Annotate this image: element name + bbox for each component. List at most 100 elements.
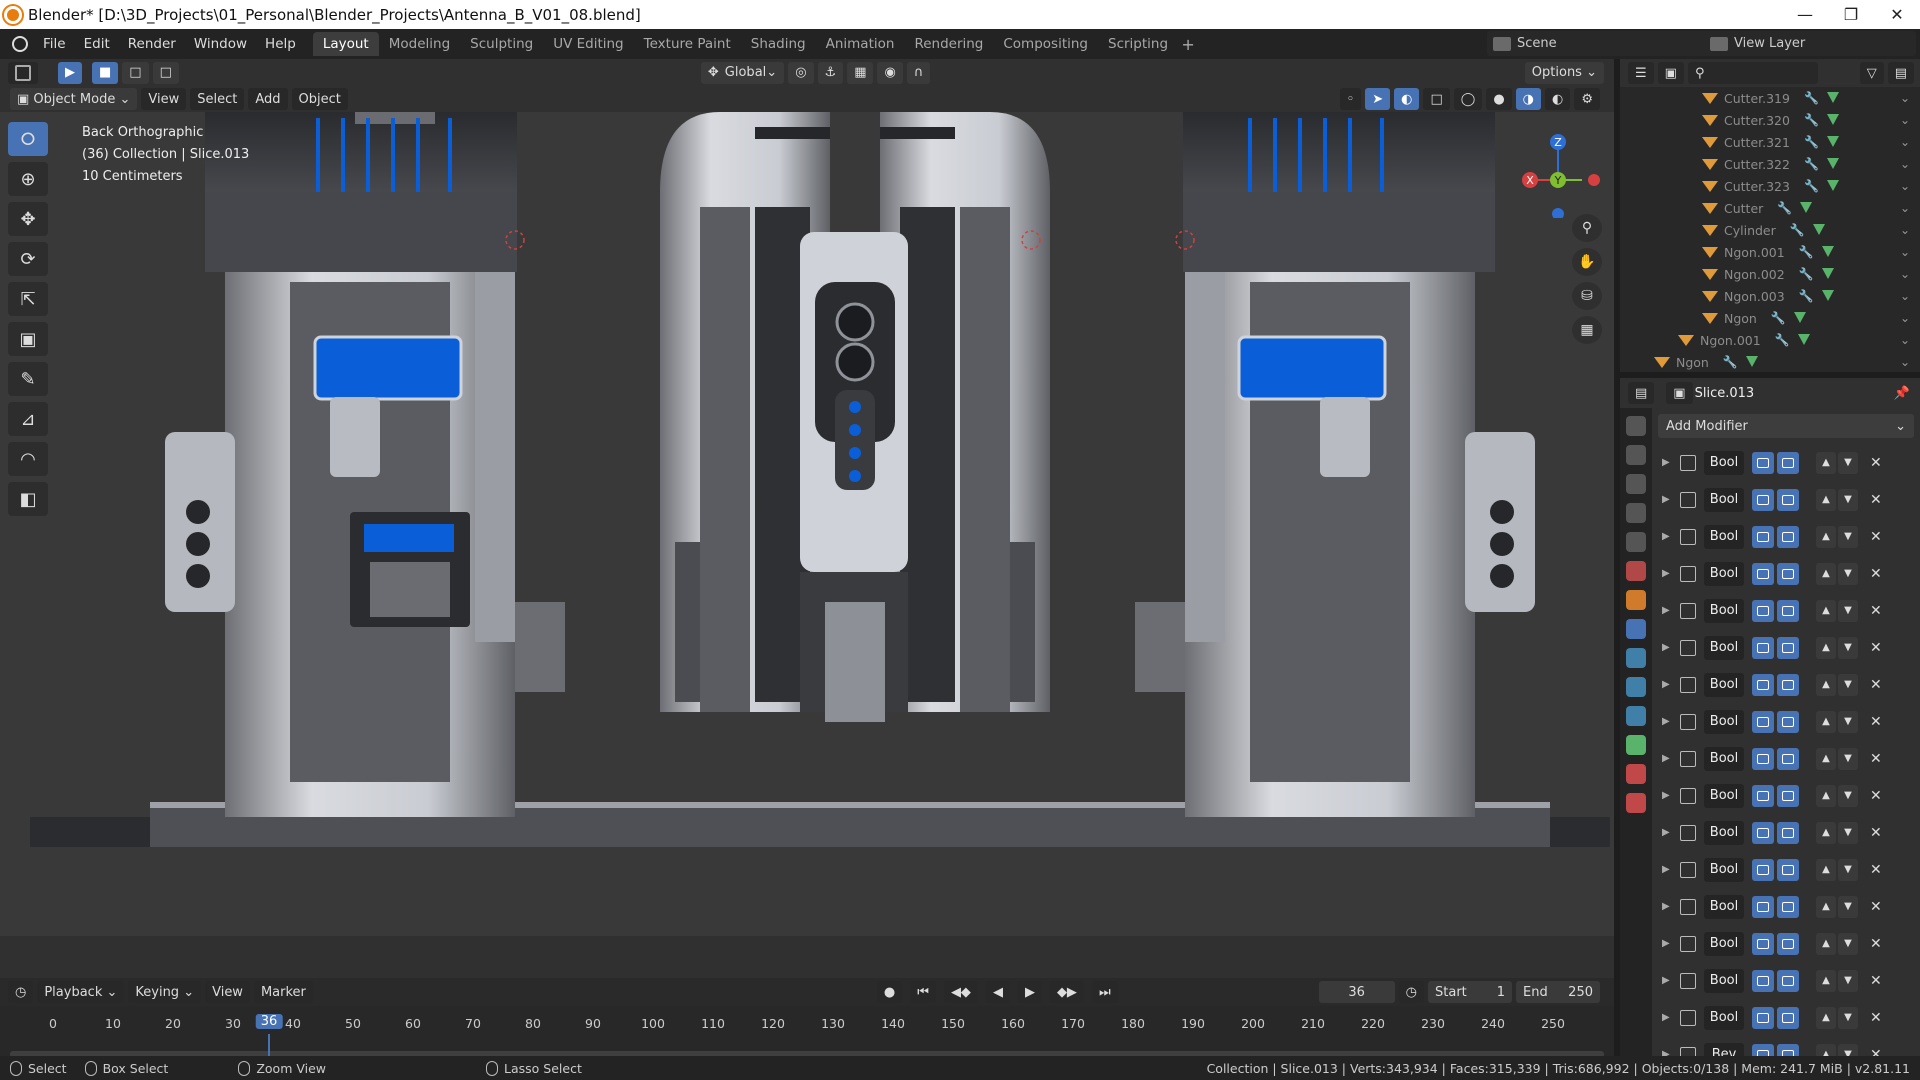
rendered-shading-icon[interactable]: ◐: [1545, 88, 1571, 110]
outliner-editor-icon[interactable]: ☰: [1628, 62, 1654, 84]
modifier-name-field[interactable]: Bool: [1704, 894, 1744, 919]
visibility-icon[interactable]: ◦: [1339, 88, 1362, 110]
modifier-row[interactable]: ▶ Bool ▲ ▼ ✕: [1652, 962, 1920, 999]
render-toggle-icon[interactable]: [1752, 673, 1774, 696]
move-up-icon[interactable]: ▲: [1816, 747, 1836, 770]
minimize-icon[interactable]: —: [1782, 0, 1828, 29]
move-down-icon[interactable]: ▼: [1838, 451, 1858, 474]
visibility-chevron-icon[interactable]: ⌄: [1900, 245, 1910, 259]
modifier-name-field[interactable]: Bool: [1704, 820, 1744, 845]
snap-target-button[interactable]: ▦: [847, 61, 874, 84]
move-up-icon[interactable]: ▲: [1816, 451, 1836, 474]
display-mode-icon[interactable]: ▣: [1657, 62, 1684, 84]
remove-modifier-icon[interactable]: ✕: [1870, 455, 1882, 471]
expand-arrow-icon[interactable]: ▶: [1662, 790, 1680, 801]
wireframe-shading-icon[interactable]: ◯: [1453, 88, 1483, 110]
menu-select[interactable]: Select: [190, 88, 245, 110]
move-down-icon[interactable]: ▼: [1838, 710, 1858, 733]
tab-scripting[interactable]: Scripting: [1098, 32, 1178, 56]
render-toggle-icon[interactable]: [1752, 636, 1774, 659]
visibility-chevron-icon[interactable]: ⌄: [1900, 333, 1910, 347]
tab-uv-editing[interactable]: UV Editing: [543, 32, 633, 56]
render-tab-icon[interactable]: [1626, 445, 1646, 465]
current-frame-field[interactable]: 36: [1318, 981, 1395, 1003]
modifier-name-field[interactable]: Bool: [1704, 857, 1744, 882]
particles-tab-icon[interactable]: [1626, 648, 1646, 668]
render-toggle-icon[interactable]: [1752, 821, 1774, 844]
modifier-row[interactable]: ▶ Bool ▲ ▼ ✕: [1652, 777, 1920, 814]
scene-tab-icon[interactable]: [1626, 532, 1646, 552]
remove-modifier-icon[interactable]: ✕: [1870, 936, 1882, 952]
move-down-icon[interactable]: ▼: [1838, 525, 1858, 548]
scale-tool-icon[interactable]: ⇱: [8, 282, 48, 316]
move-down-icon[interactable]: ▼: [1838, 636, 1858, 659]
outliner-row[interactable]: Cutter.322 🔧 ⌄: [1620, 153, 1920, 175]
editor-type-button[interactable]: [8, 61, 38, 84]
menu-timeline-view[interactable]: View: [205, 981, 250, 1003]
remove-modifier-icon[interactable]: ✕: [1870, 640, 1882, 656]
move-down-icon[interactable]: ▼: [1838, 858, 1858, 881]
expand-arrow-icon[interactable]: ▶: [1662, 679, 1680, 690]
tool-tab-icon[interactable]: [1626, 416, 1646, 436]
expand-arrow-icon[interactable]: ▶: [1662, 457, 1680, 468]
select-box-tool-icon[interactable]: ⭘: [8, 122, 48, 156]
move-down-icon[interactable]: ▼: [1838, 488, 1858, 511]
render-toggle-icon[interactable]: [1752, 747, 1774, 770]
viewport-toggle-icon[interactable]: [1777, 525, 1799, 548]
play-reverse-icon[interactable]: ◀: [985, 981, 1010, 1003]
move-up-icon[interactable]: ▲: [1816, 821, 1836, 844]
tab-layout[interactable]: Layout: [312, 32, 379, 56]
perspective-grid-icon[interactable]: ▦: [1572, 316, 1602, 344]
menu-view[interactable]: View: [141, 88, 187, 110]
expand-arrow-icon[interactable]: ▶: [1662, 753, 1680, 764]
viewport-toggle-icon[interactable]: [1777, 1006, 1799, 1029]
modifier-name-field[interactable]: Bool: [1704, 487, 1744, 512]
close-icon[interactable]: ✕: [1874, 0, 1920, 29]
modifier-row[interactable]: ▶ Bool ▲ ▼ ✕: [1652, 555, 1920, 592]
expand-arrow-icon[interactable]: ▶: [1662, 901, 1680, 912]
expand-arrow-icon[interactable]: ▶: [1662, 642, 1680, 653]
expand-arrow-icon[interactable]: ▶: [1662, 1012, 1680, 1023]
render-toggle-icon[interactable]: [1752, 1006, 1774, 1029]
remove-modifier-icon[interactable]: ✕: [1870, 973, 1882, 989]
viewport-toggle-icon[interactable]: [1777, 895, 1799, 918]
move-up-icon[interactable]: ▲: [1816, 710, 1836, 733]
select-tool-button[interactable]: ▶: [58, 61, 82, 84]
viewport-toggle-icon[interactable]: [1777, 673, 1799, 696]
move-down-icon[interactable]: ▼: [1838, 895, 1858, 918]
visibility-chevron-icon[interactable]: ⌄: [1900, 91, 1910, 105]
move-up-icon[interactable]: ▲: [1816, 1006, 1836, 1029]
move-down-icon[interactable]: ▼: [1838, 673, 1858, 696]
remove-modifier-icon[interactable]: ✕: [1870, 825, 1882, 841]
view-layer-selector[interactable]: View Layer: [1704, 31, 1916, 56]
menu-help[interactable]: Help: [256, 36, 305, 52]
expand-arrow-icon[interactable]: ▶: [1662, 975, 1680, 986]
cut-tool-icon[interactable]: ◧: [8, 482, 48, 516]
render-toggle-icon[interactable]: [1752, 858, 1774, 881]
viewport-toggle-icon[interactable]: [1777, 821, 1799, 844]
modifier-row[interactable]: ▶ Bool ▲ ▼ ✕: [1652, 888, 1920, 925]
render-toggle-icon[interactable]: [1752, 599, 1774, 622]
modifier-name-field[interactable]: Bool: [1704, 561, 1744, 586]
outliner-row[interactable]: Ngon.002 🔧 ⌄: [1620, 263, 1920, 285]
remove-modifier-icon[interactable]: ✕: [1870, 714, 1882, 730]
output-tab-icon[interactable]: [1626, 474, 1646, 494]
expand-arrow-icon[interactable]: ▶: [1662, 827, 1680, 838]
tab-modeling[interactable]: Modeling: [379, 32, 460, 56]
viewport-toggle-icon[interactable]: [1777, 710, 1799, 733]
jump-start-icon[interactable]: ⏮: [910, 981, 936, 1003]
move-up-icon[interactable]: ▲: [1816, 932, 1836, 955]
physics-tab-icon[interactable]: [1626, 677, 1646, 697]
visibility-chevron-icon[interactable]: ⌄: [1900, 223, 1910, 237]
camera-view-icon[interactable]: ⛁: [1572, 282, 1602, 310]
move-down-icon[interactable]: ▼: [1838, 821, 1858, 844]
menu-add[interactable]: Add: [248, 88, 288, 110]
filter-icon[interactable]: ▽: [1859, 62, 1884, 84]
outliner-row[interactable]: Cutter.320 🔧 ⌄: [1620, 109, 1920, 131]
remove-modifier-icon[interactable]: ✕: [1870, 862, 1882, 878]
modifier-name-field[interactable]: Bool: [1704, 709, 1744, 734]
visibility-chevron-icon[interactable]: ⌄: [1900, 135, 1910, 149]
render-toggle-icon[interactable]: [1752, 710, 1774, 733]
xray-toggle-icon[interactable]: □: [1423, 88, 1450, 110]
outliner-row[interactable]: Ngon 🔧 ⌄: [1620, 351, 1920, 372]
